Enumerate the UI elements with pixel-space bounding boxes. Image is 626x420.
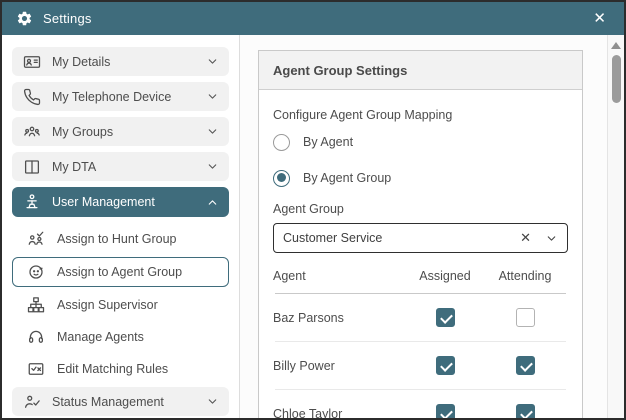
settings-content: Agent Group Settings Configure Agent Gro…: [240, 35, 607, 418]
table-row: Billy Power: [273, 342, 568, 389]
agent-group-settings-panel: Agent Group Settings Configure Agent Gro…: [258, 50, 583, 418]
id-card-icon: [22, 52, 41, 71]
column-header-assigned: Assigned: [419, 269, 470, 283]
radio-icon[interactable]: [273, 170, 290, 187]
sidebar-item-label: My Groups: [52, 125, 206, 139]
attending-checkbox[interactable]: [516, 308, 535, 327]
sidebar-item-label: My Telephone Device: [52, 90, 206, 104]
radio-label: By Agent: [303, 135, 353, 149]
hunt-group-icon: [26, 230, 45, 249]
phone-icon: [22, 87, 41, 106]
close-icon[interactable]: ✕: [589, 9, 610, 28]
radio-label: By Agent Group: [303, 171, 391, 185]
sidebar-item-my-details[interactable]: My Details: [12, 47, 229, 76]
attending-checkbox[interactable]: [516, 356, 535, 375]
chevron-down-icon: [206, 395, 219, 408]
agents-table: Agent Assigned Attending Baz Parsons: [273, 265, 568, 418]
sidebar-item-edit-matching-rules[interactable]: Edit Matching Rules: [12, 355, 229, 383]
org-chart-icon: [26, 296, 45, 315]
sidebar-item-label: Status Management: [52, 395, 206, 409]
sidebar-item-assign-supervisor[interactable]: Assign Supervisor: [12, 291, 229, 319]
attending-checkbox[interactable]: [516, 404, 535, 418]
main-area: My Details My Telephone Device My Groups: [2, 35, 624, 418]
agent-group-select-value: Customer Service: [283, 231, 516, 245]
window-title: Settings: [43, 11, 92, 26]
mapping-section-label: Configure Agent Group Mapping: [273, 108, 568, 122]
user-podium-icon: [22, 193, 41, 212]
chevron-down-icon: [206, 125, 219, 138]
radio-by-agent[interactable]: By Agent: [273, 124, 568, 160]
sidebar-item-label: Assign Supervisor: [57, 298, 218, 312]
people-group-icon: [22, 122, 41, 141]
scroll-up-arrow-icon[interactable]: [611, 42, 621, 49]
sidebar-item-label: Assign to Agent Group: [57, 265, 218, 279]
sidebar-item-label: My DTA: [52, 160, 206, 174]
agent-group-field-label: Agent Group: [273, 202, 568, 216]
sidebar-item-label: User Management: [52, 195, 206, 209]
chevron-up-icon: [206, 196, 219, 209]
assigned-checkbox[interactable]: [436, 308, 455, 327]
sidebar-item-label: Manage Agents: [57, 330, 218, 344]
agent-name: Billy Power: [273, 359, 408, 373]
headset-icon: [26, 328, 45, 347]
panel-title: Agent Group Settings: [259, 51, 582, 90]
assigned-checkbox[interactable]: [436, 404, 455, 418]
status-person-icon: [22, 392, 41, 411]
scrollbar-thumb[interactable]: [612, 55, 621, 103]
gear-icon: [16, 10, 33, 27]
split-panel-icon: [22, 157, 41, 176]
column-header-attending: Attending: [499, 269, 552, 283]
assigned-checkbox[interactable]: [436, 356, 455, 375]
vertical-scrollbar[interactable]: [607, 35, 624, 418]
panel-body: Configure Agent Group Mapping By Agent B…: [259, 90, 582, 418]
sidebar-item-manage-agents[interactable]: Manage Agents: [12, 323, 229, 351]
title-bar: Settings ✕: [2, 2, 624, 35]
agent-face-icon: [26, 263, 45, 282]
sidebar-item-label: Assign to Hunt Group: [57, 232, 218, 246]
agent-name: Baz Parsons: [273, 311, 408, 325]
clear-icon[interactable]: ✕: [516, 230, 535, 246]
settings-sidebar: My Details My Telephone Device My Groups: [2, 35, 240, 418]
chevron-down-icon: [206, 90, 219, 103]
sidebar-item-assign-to-hunt-group[interactable]: Assign to Hunt Group: [12, 225, 229, 253]
agent-name: Chloe Taylor: [273, 407, 408, 419]
table-header-row: Agent Assigned Attending: [273, 265, 568, 293]
chevron-down-icon: [206, 55, 219, 68]
sidebar-item-label: Edit Matching Rules: [57, 362, 218, 376]
sidebar-item-assign-to-agent-group[interactable]: Assign to Agent Group: [12, 257, 229, 287]
agent-group-select[interactable]: Customer Service ✕: [273, 223, 568, 253]
column-header-agent: Agent: [273, 269, 408, 283]
sidebar-item-user-management[interactable]: User Management: [12, 187, 229, 217]
chevron-down-icon[interactable]: [545, 232, 558, 245]
sidebar-item-my-dta[interactable]: My DTA: [12, 152, 229, 181]
sidebar-item-status-management[interactable]: Status Management: [12, 387, 229, 416]
chevron-down-icon: [206, 160, 219, 173]
radio-by-agent-group[interactable]: By Agent Group: [273, 160, 568, 196]
table-row: Baz Parsons: [273, 294, 568, 341]
sidebar-item-my-telephone-device[interactable]: My Telephone Device: [12, 82, 229, 111]
rules-checkbox-icon: [26, 360, 45, 379]
radio-icon[interactable]: [273, 134, 290, 151]
sidebar-item-my-groups[interactable]: My Groups: [12, 117, 229, 146]
table-row: Chloe Taylor: [273, 390, 568, 418]
settings-window: Settings ✕ My Details My Telephone Devic…: [0, 0, 626, 420]
sidebar-item-label: My Details: [52, 55, 206, 69]
